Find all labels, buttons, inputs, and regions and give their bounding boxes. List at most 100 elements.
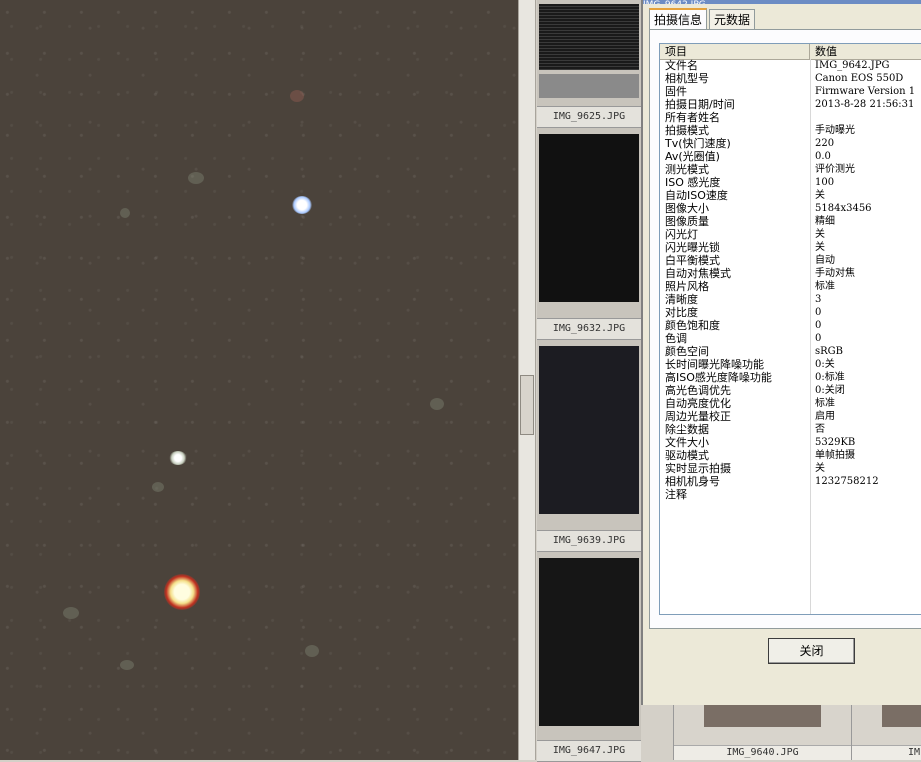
thumbnail[interactable]: IMG_9632.JPG — [537, 130, 641, 342]
table-row[interactable]: 相机型号 Canon EOS 550D — [660, 72, 921, 85]
row-key: 图像大小 — [665, 202, 709, 215]
row-key: 相机型号 — [665, 72, 709, 85]
table-row[interactable]: 长时间曝光降噪功能 0:关 — [660, 358, 921, 371]
row-key: 高光色调优先 — [665, 384, 731, 397]
column-header-item[interactable]: 项目 — [660, 44, 810, 59]
row-value: 0:关 — [815, 359, 835, 370]
thumbnail-label: IMG_9639.JPG — [537, 530, 641, 552]
row-key: 颜色饱和度 — [665, 319, 720, 332]
row-value: 3 — [815, 294, 822, 305]
tab-panel: 项目 数值 文件名 IMG_9642.JPG 相机型号 Canon EOS 550D 固… — [649, 29, 921, 629]
row-key: 高ISO感光度降噪功能 — [665, 371, 772, 384]
row-value: 关 — [815, 229, 825, 240]
star-blue — [292, 196, 312, 214]
table-row[interactable]: 清晰度 3 — [660, 293, 921, 306]
table-row[interactable]: 高光色调优先 0:关闭 — [660, 384, 921, 397]
tab-shooting-info[interactable]: 拍摄信息 — [649, 8, 708, 30]
thumbnail-label: IMG_9625.JPG — [537, 106, 641, 128]
table-row[interactable]: 色调 0 — [660, 332, 921, 345]
table-row[interactable]: ISO 感光度 100 — [660, 176, 921, 189]
table-row[interactable]: 颜色饱和度 0 — [660, 319, 921, 332]
table-row[interactable]: 拍摄日期/时间 2013-8-28 21:56:31 — [660, 98, 921, 111]
table-header: 项目 数值 — [660, 44, 921, 60]
table-row[interactable]: 周边光量校正 启用 — [660, 410, 921, 423]
table-row[interactable]: 照片风格 标准 — [660, 280, 921, 293]
row-value: 单帧拍摄 — [815, 450, 855, 461]
dialog-title: IMG_9642.JPG — [643, 0, 921, 4]
close-button[interactable]: 关闭 — [768, 638, 855, 664]
table-row[interactable]: 实时显示拍摄 关 — [660, 462, 921, 475]
row-value: 0.0 — [815, 151, 831, 162]
row-value: 0 — [815, 307, 822, 318]
table-row[interactable]: 文件大小 5329KB — [660, 436, 921, 449]
row-key: 自动ISO速度 — [665, 189, 728, 202]
row-value: Firmware Version 1 — [815, 86, 916, 97]
table-row[interactable]: 相机机身号 1232758212 — [660, 475, 921, 488]
photo-preview — [0, 0, 518, 760]
row-key: 文件大小 — [665, 436, 709, 449]
row-value: 0 — [815, 320, 822, 331]
table-row[interactable]: 文件名 IMG_9642.JPG — [660, 59, 921, 72]
star-yellow — [164, 574, 200, 610]
table-row[interactable]: 除尘数据 否 — [660, 423, 921, 436]
row-value: 220 — [815, 138, 835, 149]
table-row[interactable]: 驱动模式 单帧拍摄 — [660, 449, 921, 462]
row-key: 自动亮度优化 — [665, 397, 731, 410]
table-row[interactable]: 拍摄模式 手动曝光 — [660, 124, 921, 137]
row-key: 相机机身号 — [665, 475, 720, 488]
table-row[interactable]: Av(光圈值) 0.0 — [660, 150, 921, 163]
row-key: 实时显示拍摄 — [665, 462, 731, 475]
column-header-value[interactable]: 数值 — [810, 44, 921, 59]
row-key: ISO 感光度 — [665, 176, 721, 189]
row-value: 5329KB — [815, 437, 856, 448]
row-key: 照片风格 — [665, 280, 709, 293]
info-table: 项目 数值 文件名 IMG_9642.JPG 相机型号 Canon EOS 550D 固… — [659, 43, 921, 615]
thumbnail[interactable]: IMG_9647.JPG — [537, 554, 641, 762]
row-value: 0 — [815, 333, 822, 344]
thumbnail[interactable]: IMG_9639.JPG — [537, 342, 641, 554]
row-key: 图像质量 — [665, 215, 709, 228]
table-row[interactable]: 自动ISO速度 关 — [660, 189, 921, 202]
row-value: 标准 — [815, 398, 835, 409]
row-key: 周边光量校正 — [665, 410, 731, 423]
table-row[interactable]: 自动对焦模式 手动对焦 — [660, 267, 921, 280]
table-row[interactable]: 注释 — [660, 488, 921, 501]
table-row[interactable]: 闪光灯 关 — [660, 228, 921, 241]
row-value: 0:标准 — [815, 372, 845, 383]
row-value: 100 — [815, 177, 835, 188]
table-row[interactable]: 颜色空间 sRGB — [660, 345, 921, 358]
row-key: 驱动模式 — [665, 449, 709, 462]
thumbnail[interactable]: IMG_9640.JPG — [673, 705, 851, 760]
thumbnail-label: IMG_9640.JPG — [674, 745, 851, 760]
thumbnail-strip: IMG_9625.JPG IMG_9632.JPG IMG_9639.JPG I… — [537, 0, 641, 762]
row-value: 1232758212 — [815, 476, 879, 487]
table-row[interactable]: 高ISO感光度降噪功能 0:标准 — [660, 371, 921, 384]
table-row[interactable]: 白平衡模式 自动 — [660, 254, 921, 267]
table-row[interactable]: Tv(快门速度) 220 — [660, 137, 921, 150]
table-row[interactable]: 固件 Firmware Version 1 — [660, 85, 921, 98]
table-row[interactable]: 图像质量 精细 — [660, 215, 921, 228]
row-value: 0:关闭 — [815, 385, 845, 396]
row-key: 测光模式 — [665, 163, 709, 176]
table-row[interactable]: 所有者姓名 — [660, 111, 921, 124]
row-value: Canon EOS 550D — [815, 73, 904, 84]
row-key: 清晰度 — [665, 293, 698, 306]
scrollbar-thumb[interactable] — [520, 375, 534, 435]
shooting-info-dialog: IMG_9642.JPG 拍摄信息 元数据 项目 数值 文件名 IMG_9642.… — [641, 0, 921, 705]
table-row[interactable]: 测光模式 评价测光 — [660, 163, 921, 176]
row-key: Av(光圈值) — [665, 150, 720, 163]
row-key: 固件 — [665, 85, 687, 98]
table-row[interactable]: 图像大小 5184x3456 — [660, 202, 921, 215]
row-key: 闪光曝光锁 — [665, 241, 720, 254]
table-row[interactable]: 自动亮度优化 标准 — [660, 397, 921, 410]
row-key: 颜色空间 — [665, 345, 709, 358]
thumbnail[interactable]: IM — [851, 705, 921, 760]
row-value: 评价测光 — [815, 164, 855, 175]
row-key: 自动对焦模式 — [665, 267, 731, 280]
row-key: 拍摄模式 — [665, 124, 709, 137]
table-row[interactable]: 闪光曝光锁 关 — [660, 241, 921, 254]
photo-scrollbar[interactable] — [518, 0, 536, 760]
thumbnail[interactable]: IMG_9625.JPG — [537, 0, 641, 130]
tab-metadata[interactable]: 元数据 — [709, 9, 756, 29]
table-row[interactable]: 对比度 0 — [660, 306, 921, 319]
